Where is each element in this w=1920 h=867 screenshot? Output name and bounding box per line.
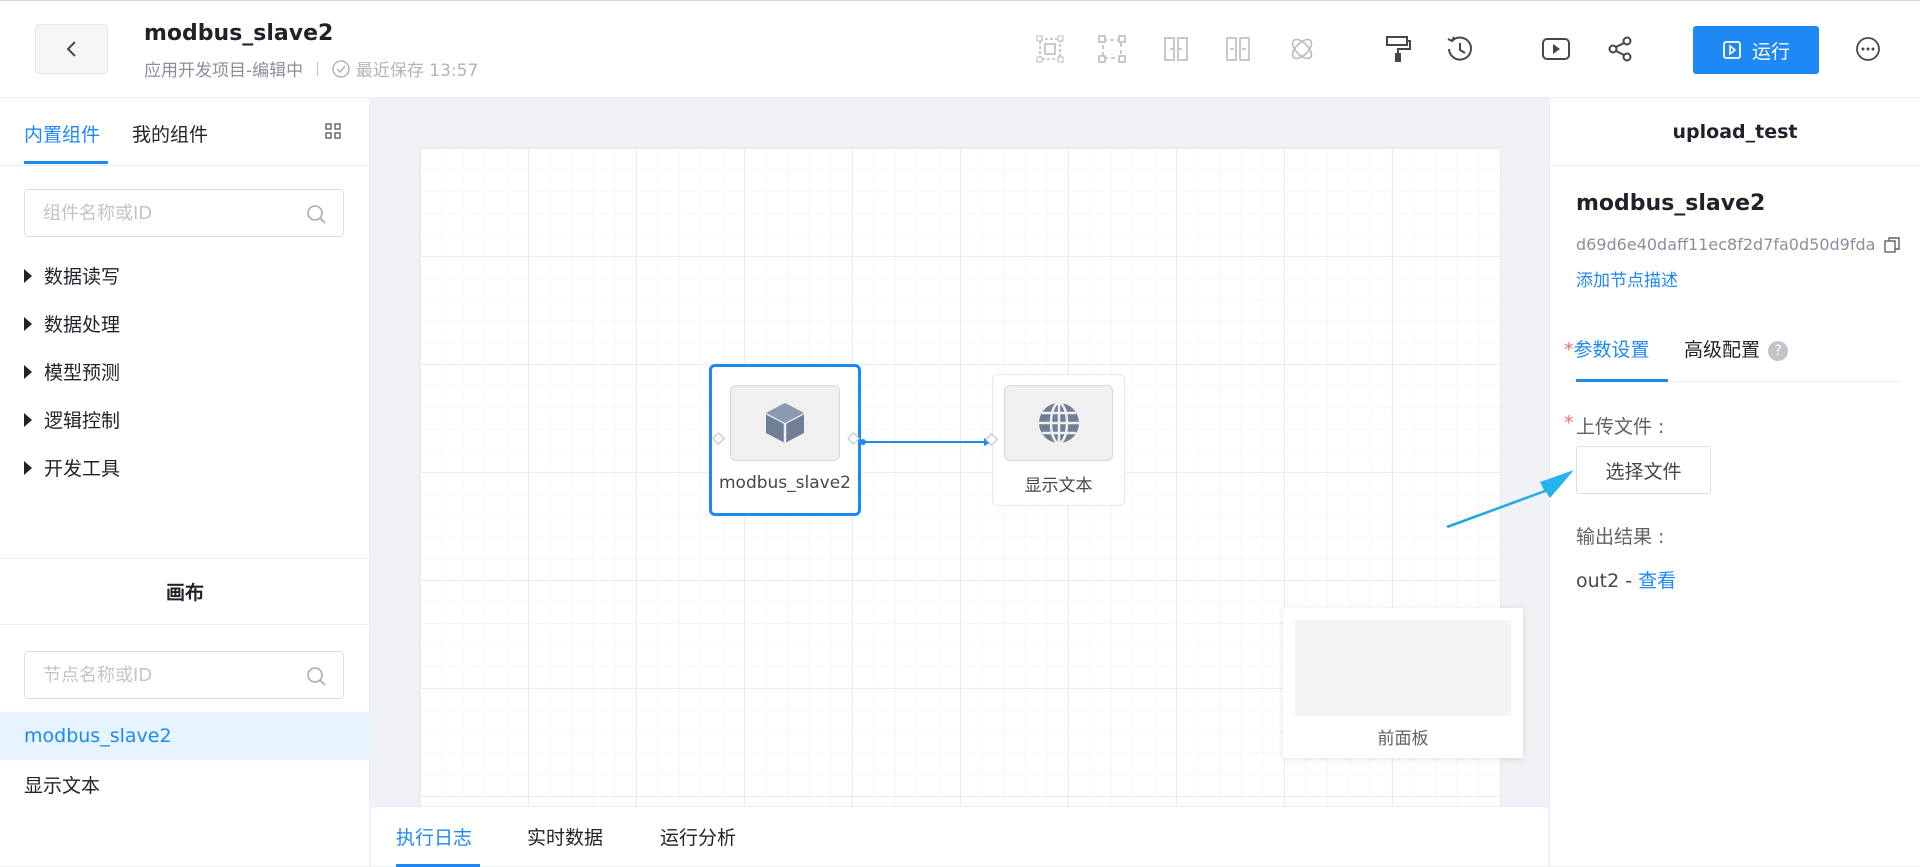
save-status: 最近保存 13:57 [332, 56, 478, 81]
project-title: modbus_slave2 [144, 21, 334, 46]
canvas-section-title: 画布 [0, 558, 370, 625]
globe-icon [1038, 401, 1079, 445]
required-mark: * [1564, 339, 1574, 361]
node-icon-box [730, 385, 840, 461]
flow-node-display-text[interactable]: 显示文本 [985, 374, 1125, 506]
align-select-icon[interactable] [1032, 31, 1068, 67]
tab-realtime-data[interactable]: 实时数据 [527, 823, 603, 850]
choose-file-button[interactable]: 选择文件 [1576, 446, 1711, 494]
tab-underline [1576, 379, 1668, 382]
group-icon[interactable] [1094, 31, 1130, 67]
help-icon[interactable]: ? [1768, 340, 1789, 361]
category-dev-tools[interactable]: 开发工具 [24, 454, 120, 481]
view-output-link[interactable]: 查看 [1638, 570, 1676, 592]
chevron-left-icon [66, 41, 76, 57]
component-search-input[interactable] [43, 202, 303, 224]
category-label: 逻辑控制 [44, 410, 121, 432]
input-port[interactable] [712, 432, 725, 445]
search-icon [307, 205, 326, 224]
properties-header: upload_test [1550, 98, 1920, 166]
atom-layout-icon[interactable] [1284, 31, 1320, 67]
merge-horizontal-icon[interactable] [1158, 31, 1194, 67]
tab-underline [24, 161, 108, 164]
category-label: 数据处理 [44, 314, 121, 336]
project-status: 应用开发项目-编辑中 [144, 61, 304, 81]
video-play-icon[interactable] [1538, 31, 1574, 67]
back-button[interactable] [35, 24, 108, 74]
caret-right-icon [24, 268, 32, 283]
node-list-item[interactable]: 显示文本 [0, 760, 370, 808]
caret-right-icon [24, 460, 32, 475]
run-icon [1723, 41, 1741, 59]
category-data-processing[interactable]: 数据处理 [24, 310, 120, 337]
caret-right-icon [24, 364, 32, 379]
front-panel-preview[interactable]: 前面板 [1283, 608, 1523, 758]
run-button[interactable]: 运行 [1693, 26, 1819, 74]
project-subtitle: 应用开发项目-编辑中 | 最近保存 13:57 [144, 56, 478, 81]
format-painter-icon[interactable] [1380, 31, 1416, 67]
tab-label: 高级配置 [1684, 339, 1761, 361]
node-icon-box [1004, 385, 1113, 461]
category-label: 模型预测 [44, 362, 121, 384]
more-icon[interactable] [1850, 31, 1886, 67]
output-result-label: 输出结果 : [1576, 526, 1665, 548]
tab-run-analysis[interactable]: 运行分析 [660, 823, 736, 850]
flow-node-modbus[interactable]: modbus_slave2 [709, 364, 861, 516]
front-panel-thumbnail [1295, 620, 1511, 716]
upload-file-label: * 上传文件 : [1564, 412, 1665, 439]
node-id: d69d6e40daff11ec8f2d7fa0d50d9fda [1576, 235, 1876, 254]
top-bar: modbus_slave2 应用开发项目-编辑中 | 最近保存 13:57 运行 [0, 0, 1920, 98]
bottom-tabs: 执行日志 实时数据 运行分析 [371, 806, 1548, 867]
node-label: 显示文本 [1024, 476, 1093, 496]
caret-right-icon [24, 412, 32, 427]
front-panel-label: 前面板 [1377, 729, 1429, 749]
category-label: 开发工具 [44, 458, 121, 480]
category-label: 数据读写 [44, 266, 121, 288]
search-icon [307, 667, 326, 686]
tab-my-components[interactable]: 我的组件 [132, 120, 208, 147]
tab-parameter-settings[interactable]: *参数设置 [1564, 335, 1650, 362]
grid-view-icon[interactable] [324, 122, 342, 144]
tab-advanced-config[interactable]: 高级配置? [1684, 335, 1789, 362]
required-mark: * [1564, 412, 1574, 434]
save-time: 最近保存 13:57 [355, 61, 479, 81]
run-label: 运行 [1751, 40, 1790, 63]
category-logic-control[interactable]: 逻辑控制 [24, 406, 120, 433]
connection-line[interactable] [860, 432, 1000, 452]
component-tabs: 内置组件 我的组件 [0, 98, 370, 166]
node-search[interactable] [24, 651, 344, 699]
node-search-input[interactable] [43, 664, 303, 686]
cube-icon [765, 403, 805, 443]
history-icon[interactable] [1442, 31, 1478, 67]
upload-label-text: 上传文件 : [1576, 416, 1665, 438]
output-row: out2 - 查看 [1576, 566, 1676, 593]
category-model-prediction[interactable]: 模型预测 [24, 358, 120, 385]
output-port[interactable] [847, 432, 860, 445]
properties-panel: upload_test modbus_slave2 d69d6e40daff11… [1549, 98, 1920, 866]
node-list-item[interactable]: modbus_slave2 [0, 712, 370, 760]
share-icon[interactable] [1602, 31, 1638, 67]
check-circle-icon [332, 59, 350, 78]
component-search[interactable] [24, 189, 344, 237]
category-data-io[interactable]: 数据读写 [24, 262, 120, 289]
node-id-row: d69d6e40daff11ec8f2d7fa0d50d9fda [1576, 235, 1901, 254]
node-label: modbus_slave2 [718, 473, 851, 493]
tab-label: 参数设置 [1573, 339, 1650, 361]
tab-execution-log[interactable]: 执行日志 [396, 823, 472, 850]
add-description-link[interactable]: 添加节点描述 [1576, 266, 1678, 291]
left-panel: 内置组件 我的组件 数据读写 数据处理 模型预测 逻辑控制 开发工具 画布 mo… [0, 98, 370, 866]
node-name: modbus_slave2 [1576, 191, 1766, 216]
output-name: out2 - [1576, 570, 1639, 592]
copy-icon[interactable] [1883, 236, 1901, 254]
caret-right-icon [24, 316, 32, 331]
tab-builtin-components[interactable]: 内置组件 [24, 120, 100, 147]
annotation-arrow-icon [1446, 470, 1574, 528]
split-horizontal-icon[interactable] [1220, 31, 1256, 67]
separator: | [315, 60, 320, 77]
